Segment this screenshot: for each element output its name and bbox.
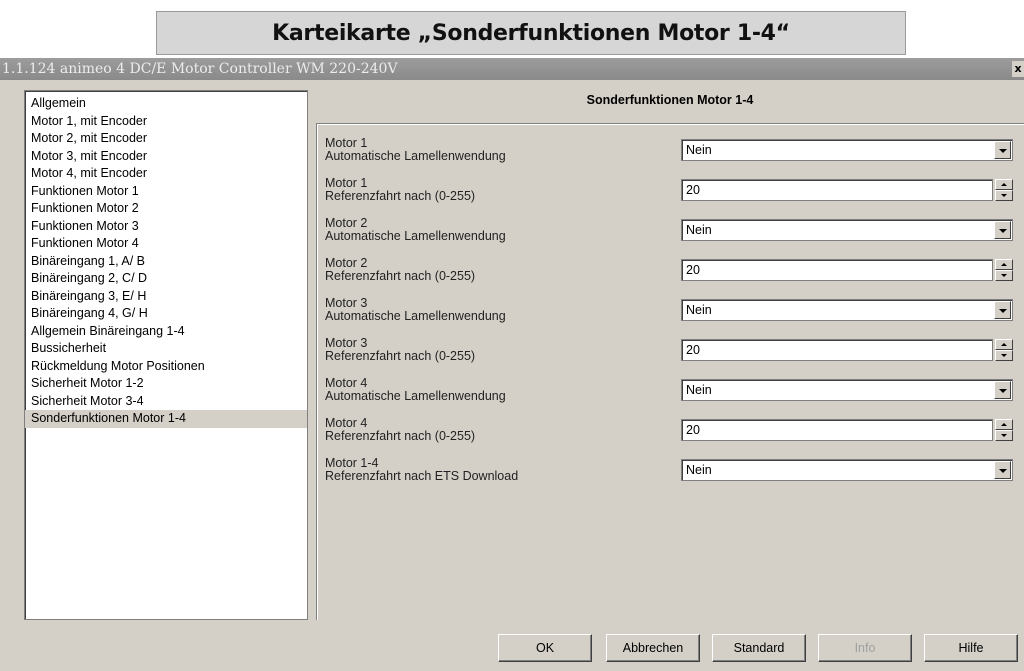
ok-button[interactable]: OK (498, 634, 592, 662)
spin-down-icon[interactable] (995, 270, 1013, 281)
spin-buttons (995, 259, 1013, 281)
spin-up-icon[interactable] (995, 179, 1013, 190)
sidebar-item[interactable]: Rückmeldung Motor Positionen (25, 358, 307, 376)
parameter-label: Motor 1 Referenzfahrt nach (0-255) (325, 177, 475, 203)
sidebar-item[interactable]: Motor 4, mit Encoder (25, 165, 307, 183)
parameter-label-line2: Referenzfahrt nach (0-255) (325, 429, 476, 443)
parameter-label-line2: Referenzfahrt nach ETS Download (325, 469, 519, 483)
sidebar-item[interactable]: Motor 3, mit Encoder (25, 148, 307, 166)
sidebar-item[interactable]: Funktionen Motor 1 (25, 183, 307, 201)
number-stepper: 20 (681, 339, 1013, 361)
category-list: Allgemein Motor 1, mit Encoder Motor 2, mi… (24, 90, 308, 620)
caption-banner: Karteikarte „Sonderfunktionen Motor 1-4“ (156, 11, 906, 55)
close-icon[interactable]: x (1012, 61, 1024, 77)
spin-buttons (995, 339, 1013, 361)
number-stepper: 20 (681, 419, 1013, 441)
parameter-label: Motor 1-4 Referenzfahrt nach ETS Download (325, 457, 518, 483)
parameter-label: Motor 1 Automatische Lamellenwendung (325, 137, 506, 163)
parameter-label-line2: Referenzfahrt nach (0-255) (325, 349, 476, 363)
dropdown-select[interactable]: Nein (681, 139, 1013, 161)
chevron-down-icon[interactable] (994, 301, 1011, 319)
standard-button[interactable]: Standard (712, 634, 806, 662)
sidebar-item[interactable]: Sicherheit Motor 1-2 (25, 375, 307, 393)
parameter-label: Motor 2 Referenzfahrt nach (0-255) (325, 257, 475, 283)
parameter-row: Motor 3 Automatische Lamellenwendung Nein (325, 297, 1015, 333)
dropdown-value: Nein (686, 143, 712, 157)
sidebar-item[interactable]: Sonderfunktionen Motor 1-4 (25, 410, 307, 428)
spin-buttons (995, 419, 1013, 441)
spin-down-icon[interactable] (995, 430, 1013, 441)
parameter-row: Motor 3 Referenzfahrt nach (0-255) 20 (325, 337, 1015, 373)
sidebar-item[interactable]: Binäreingang 4, G/ H (25, 305, 307, 323)
chevron-down-icon[interactable] (994, 461, 1011, 479)
number-input[interactable]: 20 (681, 419, 993, 441)
parameter-row: Motor 2 Automatische Lamellenwendung Nein (325, 217, 1015, 253)
parameter-row: Motor 2 Referenzfahrt nach (0-255) 20 (325, 257, 1015, 293)
spin-down-icon[interactable] (995, 190, 1013, 201)
sidebar-item[interactable]: Allgemein Binäreingang 1-4 (25, 323, 307, 341)
parameter-row: Motor 1-4 Referenzfahrt nach ETS Download… (325, 457, 1015, 493)
dropdown-value: Nein (686, 383, 712, 397)
info-button: Info (818, 634, 912, 662)
spin-up-icon[interactable] (995, 339, 1013, 350)
number-stepper: 20 (681, 259, 1013, 281)
number-value: 20 (686, 183, 700, 197)
parameter-label-line2: Automatische Lamellenwendung (325, 309, 506, 323)
window-title: 1.1.124 animeo 4 DC/E Motor Controller W… (2, 61, 398, 77)
sidebar-item[interactable]: Binäreingang 1, A/ B (25, 253, 307, 271)
sidebar-item[interactable]: Allgemein (25, 95, 307, 113)
number-stepper: 20 (681, 179, 1013, 201)
parameter-row: Motor 4 Automatische Lamellenwendung Nein (325, 377, 1015, 413)
dropdown-value: Nein (686, 223, 712, 237)
sidebar-item[interactable]: Binäreingang 2, C/ D (25, 270, 307, 288)
caption-title: Karteikarte „Sonderfunktionen Motor 1-4“ (272, 20, 790, 46)
section-title: Sonderfunktionen Motor 1-4 (586, 93, 754, 107)
number-value: 20 (686, 343, 700, 357)
help-button[interactable]: Hilfe (924, 634, 1018, 662)
parameter-label-line2: Automatische Lamellenwendung (325, 389, 506, 403)
parameter-row: Motor 1 Referenzfahrt nach (0-255) 20 (325, 177, 1015, 213)
dialog-window: Allgemein Motor 1, mit Encoder Motor 2, mi… (0, 80, 1024, 671)
parameter-label-line2: Referenzfahrt nach (0-255) (325, 269, 476, 283)
sidebar-item[interactable]: Motor 1, mit Encoder (25, 113, 307, 131)
number-input[interactable]: 20 (681, 259, 993, 281)
parameter-panel: Motor 1 Automatische Lamellenwendung Nein M… (316, 123, 1024, 620)
dropdown-select[interactable]: Nein (681, 219, 1013, 241)
dropdown-select[interactable]: Nein (681, 459, 1013, 481)
dropdown-value: Nein (686, 463, 712, 477)
sidebar-item[interactable]: Funktionen Motor 3 (25, 218, 307, 236)
sidebar-item[interactable]: Motor 2, mit Encoder (25, 130, 307, 148)
number-value: 20 (686, 263, 700, 277)
sidebar-item[interactable]: Funktionen Motor 4 (25, 235, 307, 253)
sidebar-item[interactable]: Binäreingang 3, E/ H (25, 288, 307, 306)
parameter-label-line2: Referenzfahrt nach (0-255) (325, 189, 476, 203)
window-titlebar: 1.1.124 animeo 4 DC/E Motor Controller W… (0, 58, 1024, 80)
parameter-label-line2: Automatische Lamellenwendung (325, 149, 506, 163)
parameter-label: Motor 4 Automatische Lamellenwendung (325, 377, 506, 403)
sidebar-item[interactable]: Sicherheit Motor 3-4 (25, 393, 307, 411)
parameter-row: Motor 1 Automatische Lamellenwendung Nein (325, 137, 1015, 173)
chevron-down-icon[interactable] (994, 221, 1011, 239)
number-input[interactable]: 20 (681, 179, 993, 201)
dropdown-select[interactable]: Nein (681, 299, 1013, 321)
parameter-label: Motor 4 Referenzfahrt nach (0-255) (325, 417, 475, 443)
spin-buttons (995, 179, 1013, 201)
chevron-down-icon[interactable] (994, 141, 1011, 159)
dropdown-value: Nein (686, 303, 712, 317)
spin-up-icon[interactable] (995, 259, 1013, 270)
number-value: 20 (686, 423, 700, 437)
sidebar-item[interactable]: Bussicherheit (25, 340, 307, 358)
dropdown-select[interactable]: Nein (681, 379, 1013, 401)
parameter-label-line2: Automatische Lamellenwendung (325, 229, 506, 243)
number-input[interactable]: 20 (681, 339, 993, 361)
parameter-label: Motor 2 Automatische Lamellenwendung (325, 217, 506, 243)
parameter-row: Motor 4 Referenzfahrt nach (0-255) 20 (325, 417, 1015, 453)
parameter-label: Motor 3 Referenzfahrt nach (0-255) (325, 337, 475, 363)
cancel-button[interactable]: Abbrechen (606, 634, 700, 662)
spin-down-icon[interactable] (995, 350, 1013, 361)
sidebar-item[interactable]: Funktionen Motor 2 (25, 200, 307, 218)
chevron-down-icon[interactable] (994, 381, 1011, 399)
spin-up-icon[interactable] (995, 419, 1013, 430)
parameter-label: Motor 3 Automatische Lamellenwendung (325, 297, 506, 323)
